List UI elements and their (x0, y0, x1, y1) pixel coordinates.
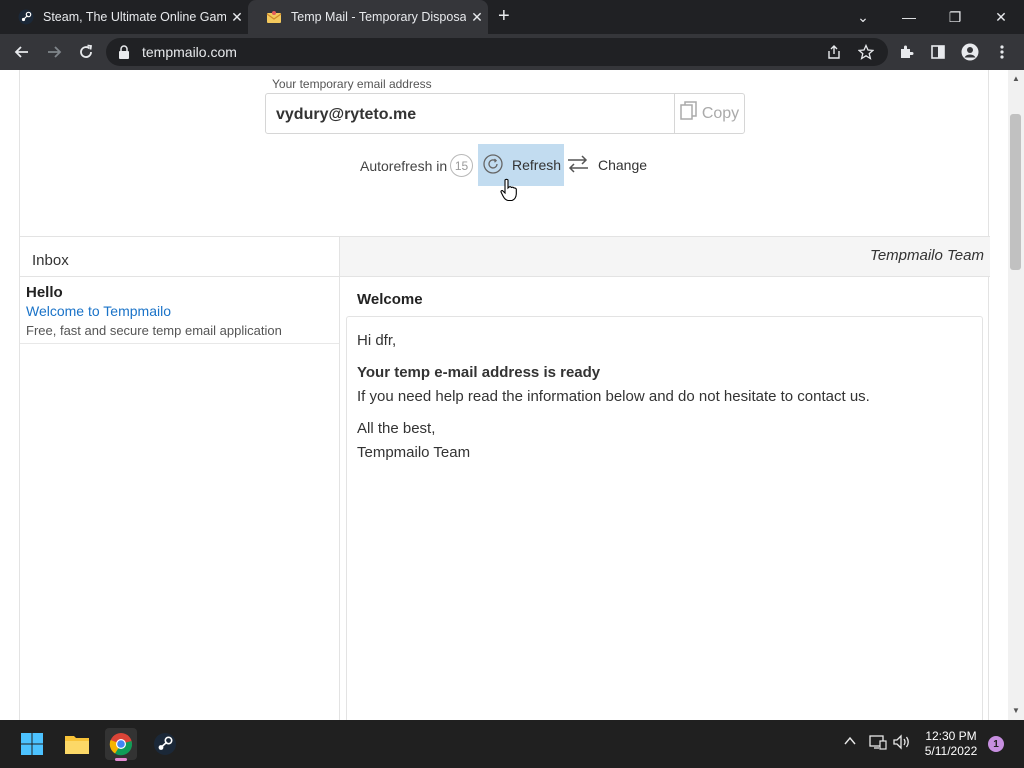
swap-arrows-icon (566, 154, 590, 176)
mail-from: Hello (26, 284, 63, 301)
windows-taskbar: 12:30 PM 5/11/2022 1 (0, 720, 1024, 768)
autorefresh-label: Autorefresh in (360, 158, 448, 174)
browser-tab-strip: Steam, The Ultimate Online Game Platform… (0, 0, 1024, 34)
clock-time: 12:30 PM (925, 729, 977, 743)
body-text: If you need help read the information be… (357, 388, 870, 405)
change-label: Change (598, 157, 648, 173)
windows-start-icon[interactable] (16, 728, 48, 760)
close-tab-icon[interactable]: ✕ (226, 9, 248, 26)
message-reader: Tempmailo Team Welcome Hi dfr, Your temp… (340, 237, 990, 720)
tab-title: Temp Mail - Temporary Disposable Email (291, 10, 466, 24)
close-tab-icon[interactable]: ✕ (466, 9, 488, 26)
reload-icon[interactable] (76, 42, 96, 62)
tab-search-button[interactable]: ⌄ (840, 0, 886, 34)
clock-date: 5/11/2022 (924, 744, 978, 758)
bookmark-star-icon[interactable] (856, 42, 876, 62)
email-address-field[interactable]: vydury@ryteto.me (266, 94, 674, 133)
forward-icon[interactable] (44, 42, 64, 62)
copy-label: Copy (701, 104, 740, 122)
inbox-list: Inbox Hello Welcome to Tempmailo Free, f… (20, 237, 340, 720)
tab-steam[interactable]: Steam, The Ultimate Online Game Platform… (0, 0, 248, 34)
inbox-title: Inbox (20, 237, 339, 277)
envelope-icon (266, 9, 282, 25)
list-item[interactable]: Hello Welcome to Tempmailo Free, fast an… (20, 277, 339, 344)
close-window-button[interactable]: ✕ (978, 0, 1024, 34)
notification-badge[interactable]: 1 (988, 736, 1004, 752)
inbox-area: Inbox Hello Welcome to Tempmailo Free, f… (20, 236, 990, 720)
mail-subject: Welcome to Tempmailo (26, 303, 171, 319)
address-label: Your temporary email address (272, 77, 432, 91)
message-body: Hi dfr, Your temp e-mail address is read… (346, 316, 983, 720)
body-greeting: Hi dfr, (357, 332, 397, 349)
browser-toolbar: tempmailo.com (0, 34, 1024, 70)
show-hidden-icons-chevron-icon[interactable] (843, 734, 857, 751)
scroll-thumb[interactable] (1010, 114, 1021, 270)
change-button[interactable]: Change (566, 144, 647, 186)
signature: Tempmailo Team (357, 444, 471, 461)
chrome-icon[interactable] (105, 728, 137, 761)
tab-tempmail[interactable]: Temp Mail - Temporary Disposable Email ✕ (248, 0, 488, 34)
copy-button[interactable]: Copy (674, 94, 744, 133)
refresh-button[interactable]: Refresh (478, 144, 564, 186)
reader-subject: Welcome (357, 291, 423, 308)
autorefresh-countdown: 15 (450, 154, 473, 177)
active-app-indicator (115, 758, 127, 761)
network-icon[interactable] (869, 734, 887, 753)
scroll-down-arrow-icon[interactable]: ▼ (1011, 706, 1021, 716)
side-panel-icon[interactable] (928, 42, 948, 62)
mail-preview: Free, fast and secure temp email applica… (26, 323, 282, 338)
body-headline: Your temp e-mail address is ready (357, 364, 601, 381)
reader-sender: Tempmailo Team (870, 247, 984, 264)
file-explorer-icon[interactable] (61, 728, 93, 760)
restore-button[interactable]: ❐ (932, 0, 978, 34)
refresh-icon (482, 153, 504, 178)
url-text: tempmailo.com (142, 44, 237, 60)
page-scrollbar[interactable]: ▲ ▼ (1008, 70, 1024, 720)
share-icon[interactable] (824, 42, 844, 62)
lock-icon (118, 45, 136, 59)
new-tab-button[interactable]: + (498, 5, 510, 28)
body-main: Your temp e-mail address is ready If you… (357, 361, 972, 409)
reader-header: Tempmailo Team (340, 237, 990, 277)
web-page: Your temporary email address vydury@ryte… (0, 70, 1008, 720)
copy-icon (680, 101, 698, 126)
scroll-up-arrow-icon[interactable]: ▲ (1011, 74, 1021, 84)
steam-taskbar-icon[interactable] (149, 728, 181, 760)
email-address-box: vydury@ryteto.me Copy (265, 93, 745, 134)
refresh-label: Refresh (512, 157, 562, 173)
address-bar[interactable]: tempmailo.com (106, 38, 888, 66)
refresh-controls: Autorefresh in 15 Refresh Change (20, 144, 990, 202)
extensions-icon[interactable] (896, 42, 916, 62)
page-container: Your temporary email address vydury@ryte… (19, 70, 990, 720)
back-icon[interactable] (12, 42, 32, 62)
tab-title: Steam, The Ultimate Online Game Platform (43, 10, 226, 24)
profile-avatar-icon[interactable] (960, 42, 980, 62)
menu-kebab-icon[interactable] (992, 42, 1012, 62)
body-signoff: All the best, Tempmailo Team (357, 417, 972, 465)
steam-icon (18, 9, 34, 25)
volume-icon[interactable] (893, 734, 911, 753)
system-clock[interactable]: 12:30 PM 5/11/2022 (916, 729, 986, 759)
signoff: All the best, (357, 420, 436, 437)
minimize-button[interactable]: — (886, 0, 932, 34)
hand-cursor-icon (500, 178, 518, 207)
